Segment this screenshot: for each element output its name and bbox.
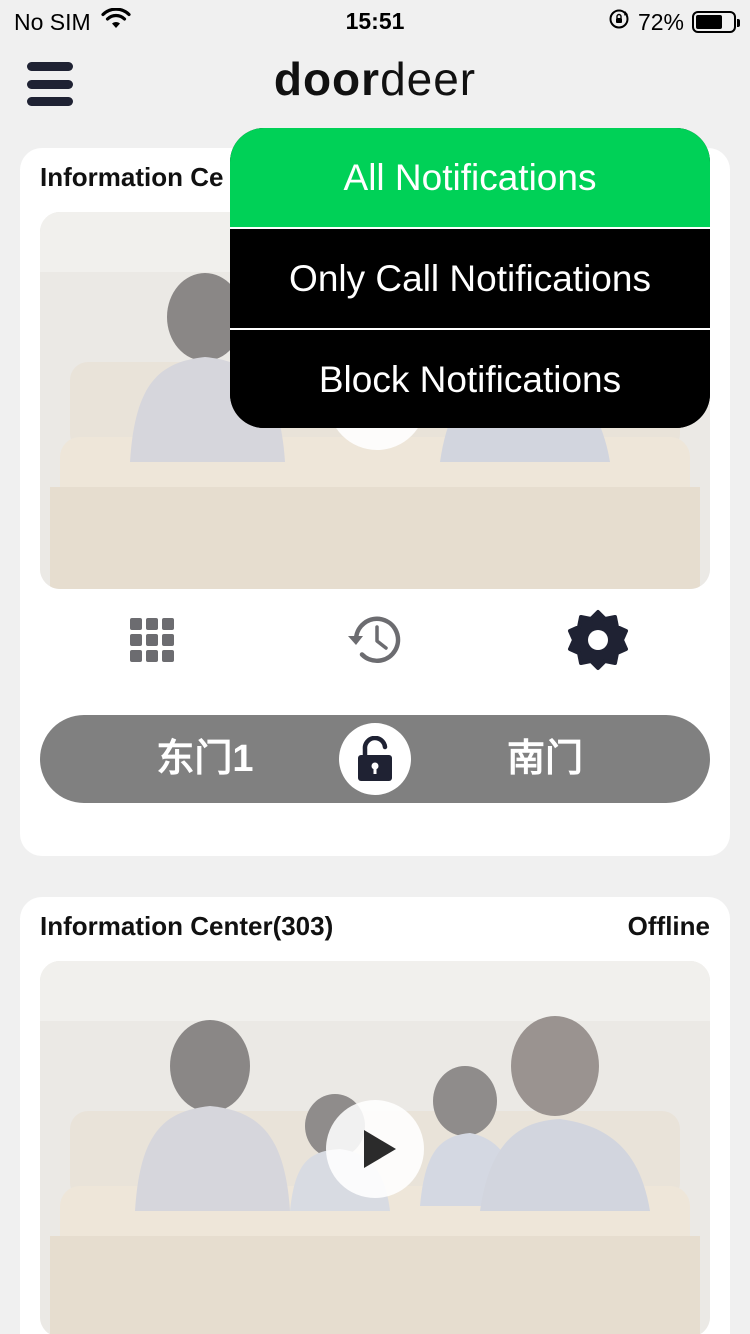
app-logo: doordeer [0,52,750,106]
device-status: Offline [627,911,710,941]
device-title: Information Ce [40,162,224,192]
unlock-button[interactable] [339,723,411,795]
status-bar: No SIM 15:51 72% [0,0,750,42]
battery-percent: 72% [637,8,684,35]
battery-fill [696,15,722,29]
rotation-lock-icon [608,8,630,36]
device-title: Information Center(303) [40,911,334,941]
app-screen: No SIM 15:51 72% doordeer Information Ce… [0,0,750,1334]
app-header: doordeer [0,42,750,127]
video-preview[interactable] [40,961,710,1334]
gear-icon [568,610,628,670]
status-right: 72% [608,8,740,36]
play-button[interactable] [326,1100,424,1198]
settings-button[interactable] [566,608,630,672]
menu-item-all-notifications[interactable]: All Notifications [230,128,710,227]
unlock-icon [358,736,392,781]
keypad-button[interactable] [120,608,184,672]
door-option-left[interactable]: 东门1 [95,715,315,803]
logo-light: deer [380,53,477,105]
notification-menu: All Notifications Only Call Notification… [230,128,710,428]
history-button[interactable] [343,608,407,672]
menu-item-block-notifications[interactable]: Block Notifications [230,330,710,428]
battery-icon [692,11,740,33]
logo-bold: door [273,53,381,105]
door-option-right[interactable]: 南门 [435,715,655,803]
device-card: Information Center(303) Offline [20,897,730,1334]
device-actions [20,608,730,672]
menu-item-only-call-notifications[interactable]: Only Call Notifications [230,229,710,328]
battery-cap [737,19,740,27]
history-icon [348,616,401,663]
keypad-icon [130,618,174,662]
door-unlock-bar: 东门1 南门 [40,715,710,803]
